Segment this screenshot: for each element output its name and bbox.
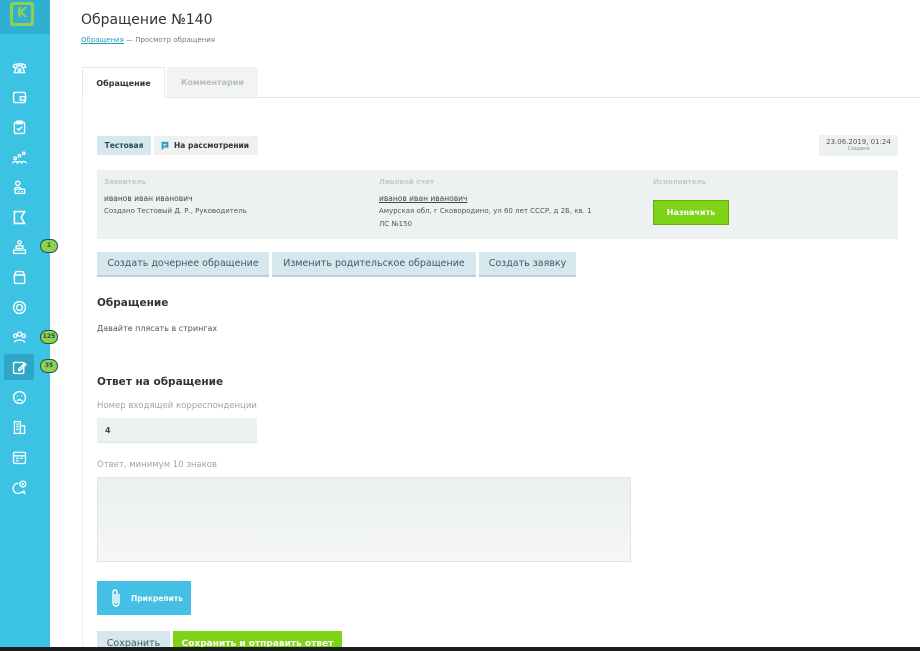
sidebar-item-stats[interactable] bbox=[4, 144, 34, 170]
sidebar-item-appeals[interactable] bbox=[4, 354, 34, 380]
status-flag-icon bbox=[161, 141, 169, 150]
logo-icon: K bbox=[10, 2, 34, 26]
bottom-edge bbox=[0, 647, 920, 651]
info-panel: Заявитель иванов иван иванович Создано Т… bbox=[97, 170, 898, 239]
app-window: K 1 125 35 Обращение №140 Обращения — Пр… bbox=[0, 0, 920, 651]
corr-number-input[interactable] bbox=[97, 418, 257, 443]
answer-textarea[interactable] bbox=[97, 477, 631, 562]
status-label: На рассмотрении bbox=[174, 141, 250, 150]
created-date-caption: Создано bbox=[847, 146, 870, 152]
clipboard-icon bbox=[13, 119, 25, 134]
badge-hierarchy: 1 bbox=[40, 239, 58, 253]
tower-icon bbox=[13, 420, 25, 434]
sidebar-item-wallet[interactable] bbox=[4, 84, 34, 110]
logo[interactable]: K bbox=[0, 0, 50, 34]
content-border bbox=[82, 97, 83, 651]
breadcrumb-current: — Просмотр обращения bbox=[126, 36, 215, 44]
account-heading: Лицевой счет bbox=[379, 178, 434, 186]
page-title: Обращение №140 bbox=[81, 12, 213, 28]
sidebar: K 1 125 35 bbox=[0, 0, 58, 651]
sidebar-item-flag[interactable] bbox=[4, 204, 34, 230]
create-request-button[interactable]: Создать заявку bbox=[479, 252, 576, 277]
edit-icon bbox=[12, 361, 27, 374]
chat-add-icon bbox=[12, 479, 27, 495]
tab-comments[interactable]: Комментарии bbox=[167, 67, 258, 98]
wallet-icon bbox=[12, 91, 26, 103]
sidebar-item-complaints[interactable] bbox=[4, 384, 34, 410]
team-icon bbox=[12, 330, 26, 343]
appeal-title: Обращение bbox=[97, 297, 169, 309]
applicant-created: Создано Тестовый Д. Р., Руководитель bbox=[104, 207, 247, 215]
attach-button[interactable]: Прикрепить bbox=[97, 581, 191, 615]
tab-divider bbox=[165, 97, 920, 98]
account-name[interactable]: иванов иван иванович bbox=[379, 194, 467, 203]
paperclip-icon bbox=[112, 589, 120, 607]
corr-number-label: Номер входящей корреспонденции bbox=[97, 401, 257, 411]
tab-appeal[interactable]: Обращение bbox=[82, 67, 165, 98]
calendar-icon bbox=[12, 451, 26, 464]
archive-icon bbox=[12, 270, 26, 284]
breadcrumb-link-appeals[interactable]: Обращения bbox=[81, 36, 124, 44]
sidebar-item-tasks[interactable] bbox=[4, 114, 34, 140]
sidebar-item-hierarchy[interactable] bbox=[4, 234, 34, 260]
change-parent-appeal-button[interactable]: Изменить родительское обращение bbox=[272, 252, 476, 277]
account-link[interactable]: иванов иван иванович bbox=[379, 194, 467, 203]
sidebar-item-archive[interactable] bbox=[4, 264, 34, 290]
account-address: Амурская обл, г Сковородино, ул 60 лет С… bbox=[379, 207, 592, 215]
building-icon bbox=[13, 179, 25, 194]
sad-face-icon bbox=[12, 390, 26, 404]
sidebar-item-chat[interactable] bbox=[4, 474, 34, 500]
created-date: 23.06.2019, 01:24 bbox=[826, 138, 891, 146]
assign-button[interactable]: Назначить bbox=[653, 200, 729, 225]
attach-label: Прикрепить bbox=[131, 593, 183, 603]
coin-icon bbox=[12, 300, 26, 314]
phone-icon bbox=[12, 62, 26, 73]
appeal-text: Давайте плясать в стрингах bbox=[97, 324, 218, 333]
sidebar-item-houses[interactable] bbox=[4, 414, 34, 440]
answer-title: Ответ на обращение bbox=[97, 376, 224, 388]
chart-users-icon bbox=[11, 150, 27, 164]
sidebar-item-payments[interactable] bbox=[4, 294, 34, 320]
applicant-heading: Заявитель bbox=[104, 178, 146, 186]
sidebar-item-calendar[interactable] bbox=[4, 444, 34, 470]
badge-team: 125 bbox=[40, 330, 58, 344]
account-number: ЛС №150 bbox=[379, 220, 413, 228]
logo-flag-icon bbox=[13, 210, 26, 224]
executor-heading: Исполнитель bbox=[653, 178, 706, 186]
create-child-appeal-button[interactable]: Создать дочернее обращение bbox=[97, 252, 269, 277]
created-date-box: 23.06.2019, 01:24 Создано bbox=[819, 135, 898, 156]
breadcrumb: Обращения — Просмотр обращения bbox=[81, 36, 215, 44]
sidebar-item-buildings[interactable] bbox=[4, 174, 34, 200]
status-badge: На рассмотрении bbox=[154, 136, 258, 155]
logo-letter: K bbox=[13, 5, 31, 23]
applicant-name: иванов иван иванович bbox=[104, 194, 193, 203]
pyramid-icon bbox=[12, 239, 26, 254]
badge-appeals: 35 bbox=[40, 359, 58, 373]
sidebar-item-phone[interactable] bbox=[4, 54, 34, 80]
sidebar-item-team[interactable] bbox=[4, 324, 34, 350]
answer-label: Ответ, минимум 10 знаков bbox=[97, 460, 217, 470]
type-badge: Тестовая bbox=[97, 136, 151, 155]
